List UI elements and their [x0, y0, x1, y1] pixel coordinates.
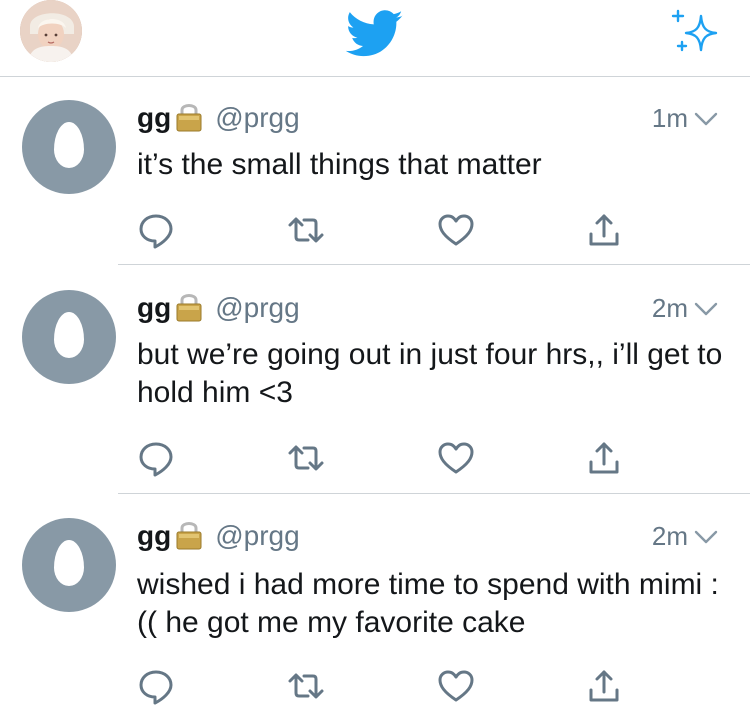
tweet-actions	[0, 666, 750, 706]
tweet-actions	[0, 210, 750, 250]
lock-icon	[176, 522, 202, 550]
retweet-icon[interactable]	[286, 438, 326, 478]
reply-icon[interactable]	[136, 666, 176, 706]
tweet-header: gg @prgg	[137, 290, 300, 326]
timestamp: 1m	[651, 103, 688, 133]
top-bar	[0, 0, 750, 77]
chevron-down-icon[interactable]	[694, 112, 718, 126]
heart-icon[interactable]	[436, 210, 476, 250]
display-name[interactable]: gg	[137, 100, 171, 136]
default-egg-avatar[interactable]	[22, 290, 116, 384]
twitter-bird-icon[interactable]	[346, 10, 404, 58]
username[interactable]: @prgg	[215, 518, 299, 554]
chevron-down-icon[interactable]	[694, 302, 718, 316]
divider	[118, 264, 750, 265]
display-name[interactable]: gg	[137, 290, 171, 326]
tweet-text: but we’re going out in just four hrs,, i…	[137, 338, 723, 409]
lock-icon	[176, 294, 202, 322]
tweet-actions	[0, 438, 750, 478]
lock-icon	[176, 104, 202, 132]
reply-icon[interactable]	[136, 210, 176, 250]
timestamp: 2m	[651, 521, 688, 551]
share-icon[interactable]	[584, 438, 624, 478]
display-name[interactable]: gg	[137, 518, 171, 554]
heart-icon[interactable]	[436, 438, 476, 478]
username[interactable]: @prgg	[215, 100, 299, 136]
heart-icon[interactable]	[436, 666, 476, 706]
profile-avatar[interactable]	[20, 0, 82, 62]
share-icon[interactable]	[584, 666, 624, 706]
sparkle-icon[interactable]	[668, 8, 720, 56]
tweet-header: gg @prgg	[137, 518, 300, 554]
default-egg-avatar[interactable]	[22, 100, 116, 194]
tweet-header: gg @prgg	[137, 100, 300, 136]
tweet-text: wished i had more time to spend with mim…	[137, 568, 719, 639]
timestamp: 2m	[651, 293, 688, 323]
share-icon[interactable]	[584, 210, 624, 250]
retweet-icon[interactable]	[286, 666, 326, 706]
chevron-down-icon[interactable]	[694, 530, 718, 544]
retweet-icon[interactable]	[286, 210, 326, 250]
username[interactable]: @prgg	[215, 290, 299, 326]
divider	[118, 493, 750, 494]
tweet-text: it’s the small things that matter	[137, 148, 542, 181]
reply-icon[interactable]	[136, 438, 176, 478]
default-egg-avatar[interactable]	[22, 518, 116, 612]
